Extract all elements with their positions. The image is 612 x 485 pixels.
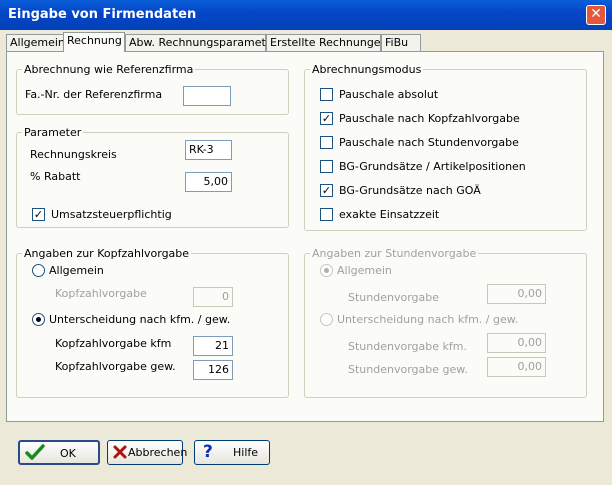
group-title: Abrechnungsmodus <box>310 63 424 76</box>
hilfe-button[interactable]: ? Hilfe <box>194 440 270 465</box>
kopf-unterscheidung-label: Unterscheidung nach kfm. / gew. <box>49 313 231 326</box>
tab-erstellte-rechnungen[interactable]: Erstellte Rechnungen <box>266 34 388 51</box>
rabatt-input[interactable]: 5,00 <box>185 172 232 192</box>
stundenvorgabe-input[interactable]: 0,00 <box>487 284 546 304</box>
window-title: Eingabe von Firmendaten <box>8 7 197 22</box>
kopfzahl-kfm-input[interactable]: 21 <box>193 336 233 356</box>
pauschale-absolut-checkbox[interactable] <box>320 88 333 101</box>
pauschale-stunden-checkbox[interactable] <box>320 136 333 149</box>
tab-rechnung[interactable]: Rechnung <box>63 32 125 52</box>
stundenvorgabe-label: Stundenvorgabe <box>348 291 440 304</box>
dialog-window: Eingabe von Firmendaten ✕ Allgemein Rech… <box>0 0 612 485</box>
stunden-gew-input[interactable]: 0,00 <box>487 357 546 377</box>
bg-goae-checkbox[interactable]: ✓ <box>320 184 333 197</box>
kopf-allgemein-label: Allgemein <box>49 264 104 277</box>
kopfzahl-kfm-label: Kopfzahlvorgabe kfm <box>55 337 172 350</box>
pauschale-kopfzahl-label: Pauschale nach Kopfzahlvorgabe <box>339 112 520 125</box>
rabatt-label: % Rabatt <box>30 170 81 183</box>
abbrechen-button[interactable]: Abbrechen <box>107 440 187 465</box>
referenzfirma-input[interactable] <box>183 86 231 106</box>
kopfzahlvorgabe-input[interactable]: 0 <box>193 287 233 307</box>
stunden-unterscheidung-radio[interactable] <box>320 313 333 326</box>
referenzfirma-label: Fa.-Nr. der Referenzfirma <box>25 88 163 101</box>
pauschale-stunden-label: Pauschale nach Stundenvorgabe <box>339 136 519 149</box>
close-button[interactable]: ✕ <box>586 5 606 25</box>
pauschale-kopfzahl-checkbox[interactable]: ✓ <box>320 112 333 125</box>
stunden-kfm-label: Stundenvorgabe kfm. <box>348 340 467 353</box>
abbrechen-label: Abbrechen <box>128 446 188 459</box>
kopfzahlvorgabe-label: Kopfzahlvorgabe <box>55 287 147 300</box>
tab-abw-rechnungsparameter[interactable]: Abw. Rechnungsparameter <box>125 34 277 51</box>
umsatzsteuer-label: Umsatzsteuerpflichtig <box>51 208 172 221</box>
group-parameter: Parameter Rechnungskreis RK-3 % Rabatt 5… <box>16 126 289 228</box>
tab-panel-rechnung: Abrechnung wie Referenzfirma Fa.-Nr. der… <box>6 51 604 422</box>
bg-artikel-checkbox[interactable] <box>320 160 333 173</box>
kopfzahl-gew-label: Kopfzahlvorgabe gew. <box>55 360 176 373</box>
stunden-allgemein-label: Allgemein <box>337 264 392 277</box>
question-icon: ? <box>203 442 213 462</box>
x-icon <box>113 445 127 462</box>
title-bar[interactable]: Eingabe von Firmendaten ✕ <box>0 0 612 30</box>
hilfe-label: Hilfe <box>233 446 259 459</box>
exakte-einsatzzeit-checkbox[interactable] <box>320 208 333 221</box>
bg-artikel-label: BG-Grundsätze / Artikelpositionen <box>339 160 526 173</box>
exakte-einsatzzeit-label: exakte Einsatzzeit <box>339 208 440 221</box>
kopf-allgemein-radio[interactable] <box>32 264 45 277</box>
tab-fibu[interactable]: FiBu <box>381 34 421 51</box>
ok-button[interactable]: OK <box>18 440 100 465</box>
stunden-allgemein-radio[interactable] <box>320 264 333 277</box>
checkmark-icon <box>25 444 45 464</box>
pauschale-absolut-label: Pauschale absolut <box>339 88 439 101</box>
group-kopfzahlvorgabe: Angaben zur Kopfzahlvorgabe Allgemein Ko… <box>16 247 289 398</box>
group-referenzfirma: Abrechnung wie Referenzfirma Fa.-Nr. der… <box>16 63 289 115</box>
group-stundenvorgabe: Angaben zur Stundenvorgabe Allgemein Stu… <box>304 247 587 398</box>
group-title: Angaben zur Stundenvorgabe <box>310 247 479 260</box>
rechnungskreis-input[interactable]: RK-3 <box>185 140 232 160</box>
bg-goae-label: BG-Grundsätze nach GOÄ <box>339 184 481 197</box>
stunden-unterscheidung-label: Unterscheidung nach kfm. / gew. <box>337 313 519 326</box>
rechnungskreis-label: Rechnungskreis <box>30 148 117 161</box>
group-abrechnungsmodus: Abrechnungsmodus Pauschale absolut ✓ Pau… <box>304 63 587 231</box>
tab-allgemein[interactable]: Allgemein <box>6 34 65 51</box>
close-icon: ✕ <box>590 6 602 22</box>
group-title: Parameter <box>22 126 84 139</box>
radio-dot <box>36 317 41 322</box>
group-title: Angaben zur Kopfzahlvorgabe <box>22 247 192 260</box>
stunden-kfm-input[interactable]: 0,00 <box>487 333 546 353</box>
stunden-gew-label: Stundenvorgabe gew. <box>348 363 468 376</box>
radio-dot <box>324 268 329 273</box>
umsatzsteuer-checkbox[interactable]: ✓ <box>32 208 45 221</box>
kopf-unterscheidung-radio[interactable] <box>32 313 45 326</box>
ok-label: OK <box>60 447 76 460</box>
kopfzahl-gew-input[interactable]: 126 <box>193 360 233 380</box>
group-title: Abrechnung wie Referenzfirma <box>22 63 196 76</box>
